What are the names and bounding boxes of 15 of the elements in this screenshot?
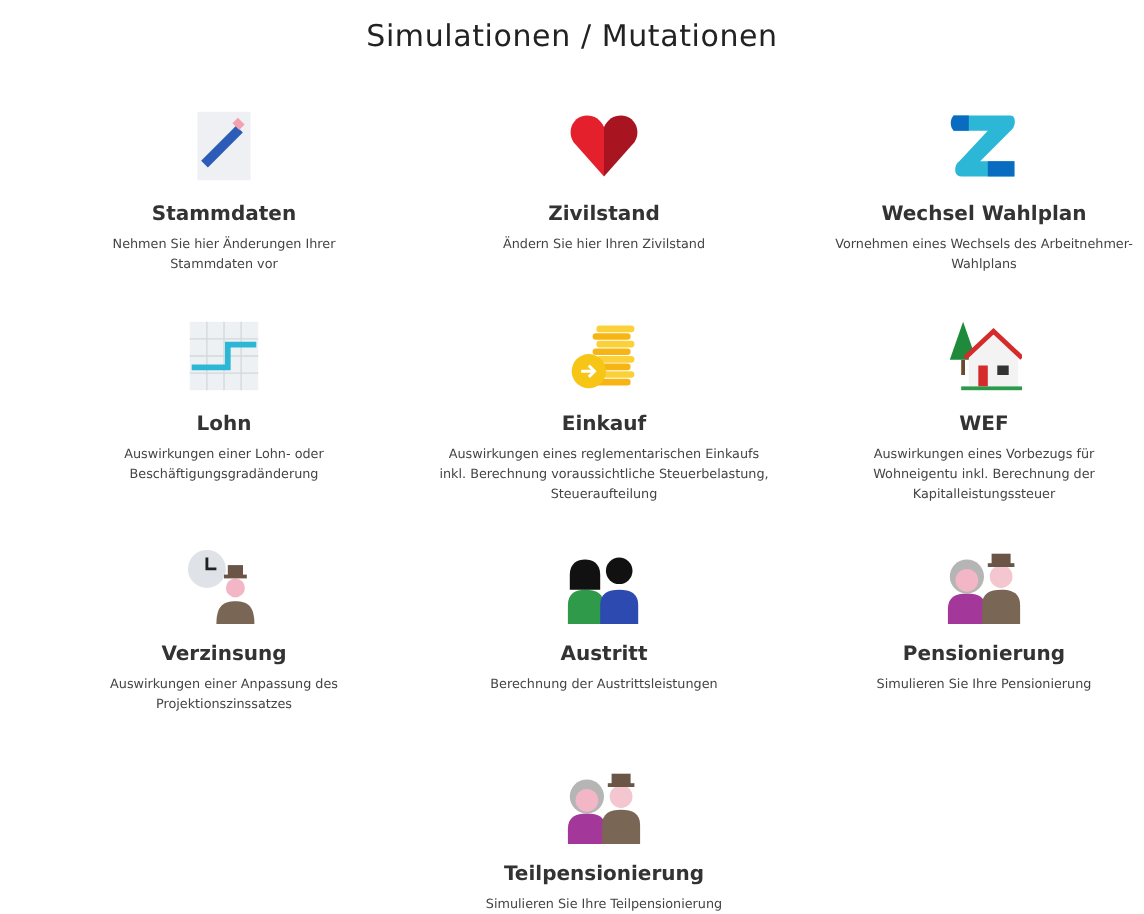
option-title[interactable]: Austritt: [560, 642, 648, 668]
option-title[interactable]: Stammdaten: [151, 202, 297, 228]
elderly-couple-icon: [566, 768, 642, 844]
option-title[interactable]: Einkauf: [561, 412, 647, 438]
option-title[interactable]: WEF: [959, 412, 1009, 438]
option-title[interactable]: Verzinsung: [161, 642, 287, 668]
option-title[interactable]: Zivilstand: [548, 202, 660, 228]
option-title[interactable]: Wechsel Wahlplan: [881, 202, 1087, 228]
option-title[interactable]: Teilpensionierung: [503, 862, 705, 888]
elderly-couple-icon: [946, 548, 1022, 624]
step-chart-icon: [186, 318, 262, 394]
house-with-tree-icon: [946, 318, 1022, 394]
page-title: Simulationen / Mutationen: [364, 16, 780, 56]
option-title[interactable]: Lohn: [196, 412, 252, 438]
option-title[interactable]: Pensionierung: [902, 642, 1066, 668]
